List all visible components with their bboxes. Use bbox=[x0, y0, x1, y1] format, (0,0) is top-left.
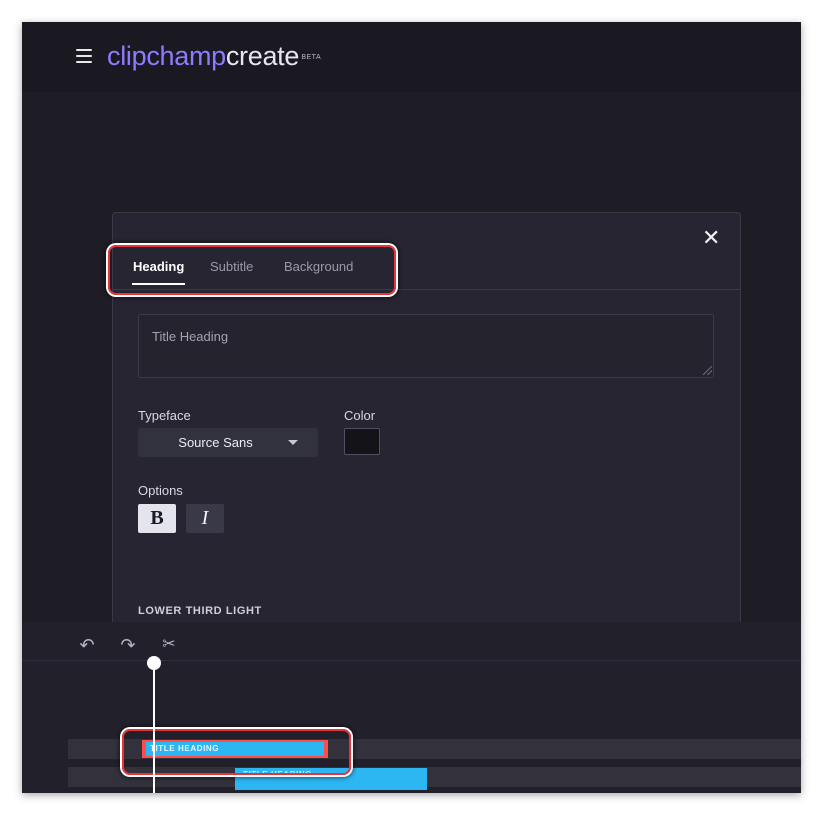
bold-button[interactable]: B bbox=[138, 504, 176, 533]
playhead-line bbox=[153, 666, 155, 793]
typeface-label: Typeface bbox=[138, 408, 191, 423]
playhead-handle[interactable] bbox=[147, 656, 161, 670]
scissors-icon[interactable]: ✂ bbox=[158, 634, 180, 656]
logo-clipchamp: clipchamp bbox=[107, 41, 226, 71]
italic-button[interactable]: I bbox=[186, 504, 224, 533]
heading-text-input[interactable] bbox=[138, 314, 714, 378]
color-label: Color bbox=[344, 408, 376, 423]
tab-background[interactable]: Background bbox=[284, 259, 353, 274]
title-clip-2[interactable]: TITLE HEADING bbox=[235, 768, 427, 790]
typeface-dropdown[interactable]: Source Sans bbox=[138, 428, 318, 457]
top-bar: clipchampcreate BETA bbox=[22, 22, 801, 92]
timeline-ruler bbox=[22, 660, 801, 661]
close-icon[interactable]: ✕ bbox=[702, 227, 720, 249]
beta-badge: BETA bbox=[301, 54, 322, 61]
tab-heading[interactable]: Heading bbox=[131, 259, 186, 285]
color-swatch[interactable] bbox=[344, 428, 380, 455]
title-editor-dialog: ✕ Heading Subtitle Background Typeface S… bbox=[108, 212, 741, 644]
logo-create: create bbox=[225, 41, 300, 71]
workspace: ✕ Heading Subtitle Background Typeface S… bbox=[22, 92, 801, 644]
title-clip-1[interactable]: TITLE HEADING bbox=[142, 740, 328, 758]
typeface-value: Source Sans bbox=[178, 435, 253, 450]
undo-icon[interactable]: ↶ bbox=[76, 634, 98, 656]
tab-subtitle[interactable]: Subtitle bbox=[210, 259, 253, 274]
menu-icon[interactable] bbox=[76, 49, 92, 63]
editor-tabs: Heading Subtitle Background bbox=[108, 245, 740, 295]
timeline-panel: ↶ ↷ ✂ TITLE HEADING TITLE HEADING bbox=[22, 622, 801, 793]
redo-icon[interactable]: ↷ bbox=[117, 634, 139, 656]
template-name: LOWER THIRD LIGHT bbox=[138, 605, 262, 617]
timeline-track-2 bbox=[68, 767, 801, 787]
app-window: clipchampcreate BETA ✕ Heading Subtitle … bbox=[22, 22, 801, 793]
options-label: Options bbox=[138, 483, 183, 498]
caret-down-icon bbox=[288, 440, 298, 445]
resize-grip-icon[interactable] bbox=[703, 366, 712, 375]
app-logo: clipchampcreate BETA bbox=[107, 39, 321, 73]
